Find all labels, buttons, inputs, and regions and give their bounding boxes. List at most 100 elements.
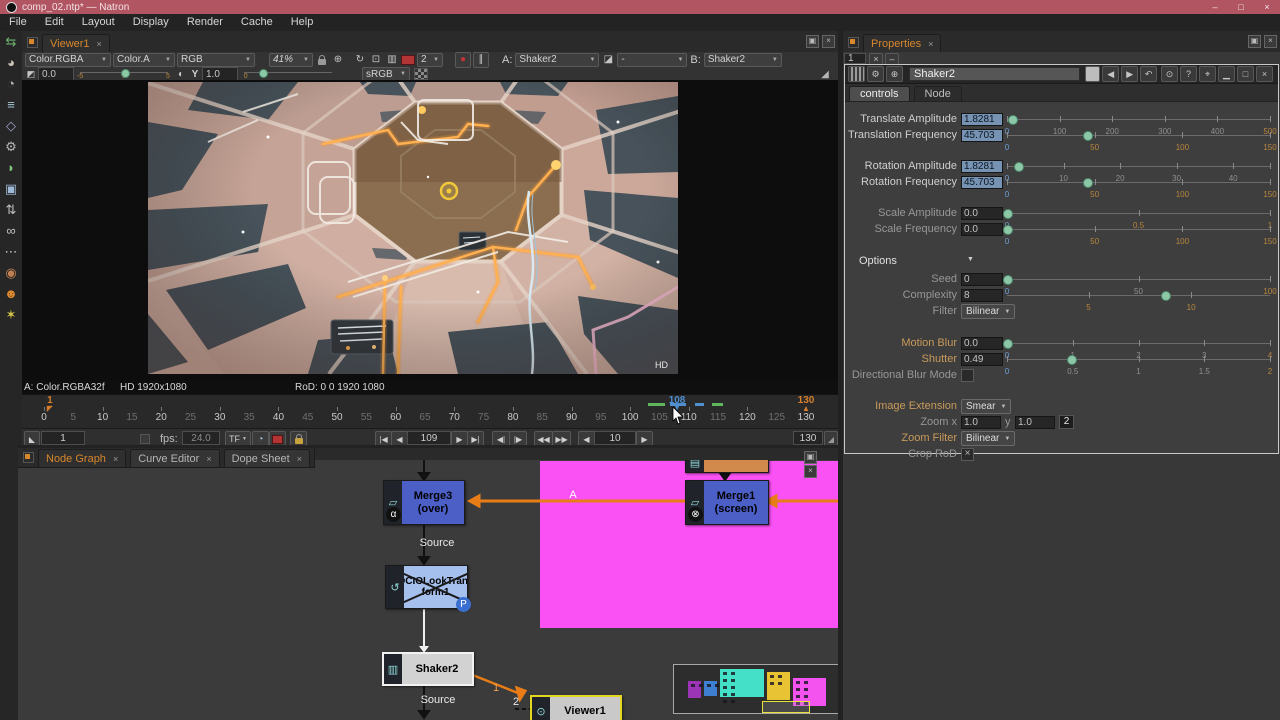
menu-file[interactable]: File [0,14,36,31]
pick-sync-icon[interactable]: ◢ [818,67,832,81]
toolbar-time-icon[interactable]: ◔ [0,73,22,94]
pane-menu-icon[interactable] [23,452,34,463]
slider-handle[interactable] [1003,275,1013,285]
node-color-swatch[interactable] [1085,66,1100,82]
clear-panels-button[interactable]: × [869,53,883,65]
param-value-field[interactable]: 45.703 [961,129,1003,142]
next-node-button[interactable]: ▶ [1121,66,1138,82]
float-pane-icon[interactable]: ▣ [1248,35,1261,48]
refresh-icon[interactable]: ↻ [353,53,367,67]
minimize-panel-icon[interactable]: ▁ [1218,66,1235,82]
slider-handle[interactable] [1014,162,1024,172]
tab-close-icon[interactable]: × [113,454,118,464]
current-frame-field[interactable]: 109 [407,431,451,445]
toolbar-other-icon[interactable]: ⋯ [0,241,22,262]
gamma-field[interactable]: 1.0 [202,67,238,81]
param-slider-track[interactable]: 00.511.52 [1007,359,1270,360]
toolbar-draw-icon[interactable]: ◕ [0,52,22,73]
close-pane-icon[interactable]: × [1264,35,1277,48]
tab-dope-sheet[interactable]: Dope Sheet× [224,449,310,467]
operator-select[interactable]: -▼ [617,53,687,67]
center-node-icon[interactable]: ⊕ [886,66,903,82]
proxy-icon[interactable]: ▥ [385,53,399,67]
gamma-slider[interactable]: 0 [244,69,332,79]
node-merge1[interactable]: ▱Merge1(screen)⊗ [685,480,769,525]
viewer-canvas[interactable]: HD [22,80,838,380]
maximize-button[interactable]: □ [1228,0,1254,14]
nodegraph-navigator[interactable] [673,664,838,714]
param-value-field[interactable]: 8 [961,289,1003,302]
a-input-select[interactable]: Shaker2▼ [515,53,599,67]
checkerboard-icon[interactable] [414,68,428,80]
render-enable-icon[interactable]: ● [455,52,471,68]
toolbar-channel-icon[interactable]: ≡ [0,94,22,115]
menu-cache[interactable]: Cache [232,14,282,31]
tab-curve-editor[interactable]: Curve Editor× [130,449,219,467]
alpha-layer-select[interactable]: Color.A▼ [113,53,175,67]
slider-handle[interactable] [1008,115,1018,125]
tab-close-icon[interactable]: × [297,454,302,464]
param-slider-track[interactable]: 050100150 [1007,135,1270,136]
minimize-button[interactable]: – [1202,0,1228,14]
slider-handle[interactable] [1003,209,1013,219]
in-point-field[interactable]: 1 [41,431,85,445]
group-collapse-icon[interactable]: ▼ [967,256,974,263]
zoom-x-field[interactable]: 1.0 [961,416,1001,429]
fps-checkbox[interactable] [140,434,150,444]
zoom-level-select[interactable]: 41%▼ [269,53,313,67]
gain-slider[interactable]: -505 [80,69,168,79]
gamma-slider-handle[interactable] [259,69,268,78]
param-checkbox[interactable]: × [961,448,974,461]
nodegraph-pane[interactable]: ▤▱Merge3(over)α▱Merge1(screen)⊗↺OCIOLook… [18,448,838,720]
toolbar-filter-icon[interactable]: ⚙ [0,136,22,157]
param-dropdown[interactable]: Bilinear▼ [961,304,1015,319]
proxy-scale-select[interactable]: 2▼ [417,53,443,67]
toolbar-star-icon[interactable]: ✶ [0,304,22,325]
param-dropdown[interactable]: Bilinear▼ [961,431,1015,446]
layer-select[interactable]: Color.RGBA▼ [25,53,111,67]
param-value-field[interactable]: 0 [961,273,1003,286]
menu-layout[interactable]: Layout [73,14,124,31]
roi-icon[interactable]: ⊡ [369,53,383,67]
slider-handle[interactable] [1003,339,1013,349]
node-name-field[interactable]: Shaker2 [909,67,1080,81]
b-input-select[interactable]: Shaker2▼ [704,53,782,67]
menu-display[interactable]: Display [124,14,178,31]
param-value-field[interactable]: 1.8281 [961,160,1003,173]
param-value-field[interactable]: 0.49 [961,353,1003,366]
display-channels-select[interactable]: RGB▼ [177,53,255,67]
toolbar-merge-icon[interactable]: ▣ [0,178,22,199]
in-marker[interactable]: ◤ [47,404,53,413]
param-slider-track[interactable]: 050100 [1007,279,1270,280]
undo-button[interactable]: ↶ [1140,66,1157,82]
tab-node-graph[interactable]: Node Graph× [38,449,126,467]
tab-close-icon[interactable]: × [97,39,102,49]
tab-properties[interactable]: Properties × [863,34,941,52]
slider-handle[interactable] [1067,355,1077,365]
pane-menu-icon[interactable] [27,37,38,48]
float-pane-icon[interactable]: ▣ [806,35,819,48]
zoom-dimension-button[interactable]: 2 [1059,415,1074,429]
frame-increment-field[interactable]: 10 [594,431,636,445]
gain-slider-handle[interactable] [121,69,130,78]
contrast-icon[interactable]: ◐ [174,67,188,81]
close-pane-icon[interactable]: × [804,465,817,478]
menu-edit[interactable]: Edit [36,14,73,31]
float-pane-icon[interactable]: ▣ [804,451,817,464]
pane-menu-icon[interactable] [848,37,859,48]
node-shaker2[interactable]: ▥Shaker2 [382,652,474,686]
param-slider-track[interactable]: 00.51 [1007,213,1270,214]
param-slider-track[interactable]: 050100150 [1007,182,1270,183]
gain-icon[interactable]: ◩ [24,67,38,81]
node-ocio-look-transform1[interactable]: ↺OCIOLookTransform1P [385,565,468,609]
node-settings-icon[interactable] [848,66,865,82]
center-in-nodegraph-icon[interactable]: ⌖ [1199,66,1216,82]
max-panels-field[interactable]: 1 [844,53,866,64]
tab-viewer1[interactable]: Viewer1 × [42,34,110,52]
param-slider-track[interactable]: 01234 [1007,343,1270,344]
node-merge3[interactable]: ▱Merge3(over)α [383,480,465,525]
close-panel-icon[interactable]: × [1256,66,1273,82]
settings-tab-node[interactable]: Node [914,86,962,101]
navigator-viewport[interactable] [762,701,810,713]
help-icon[interactable]: ? [1180,66,1197,82]
